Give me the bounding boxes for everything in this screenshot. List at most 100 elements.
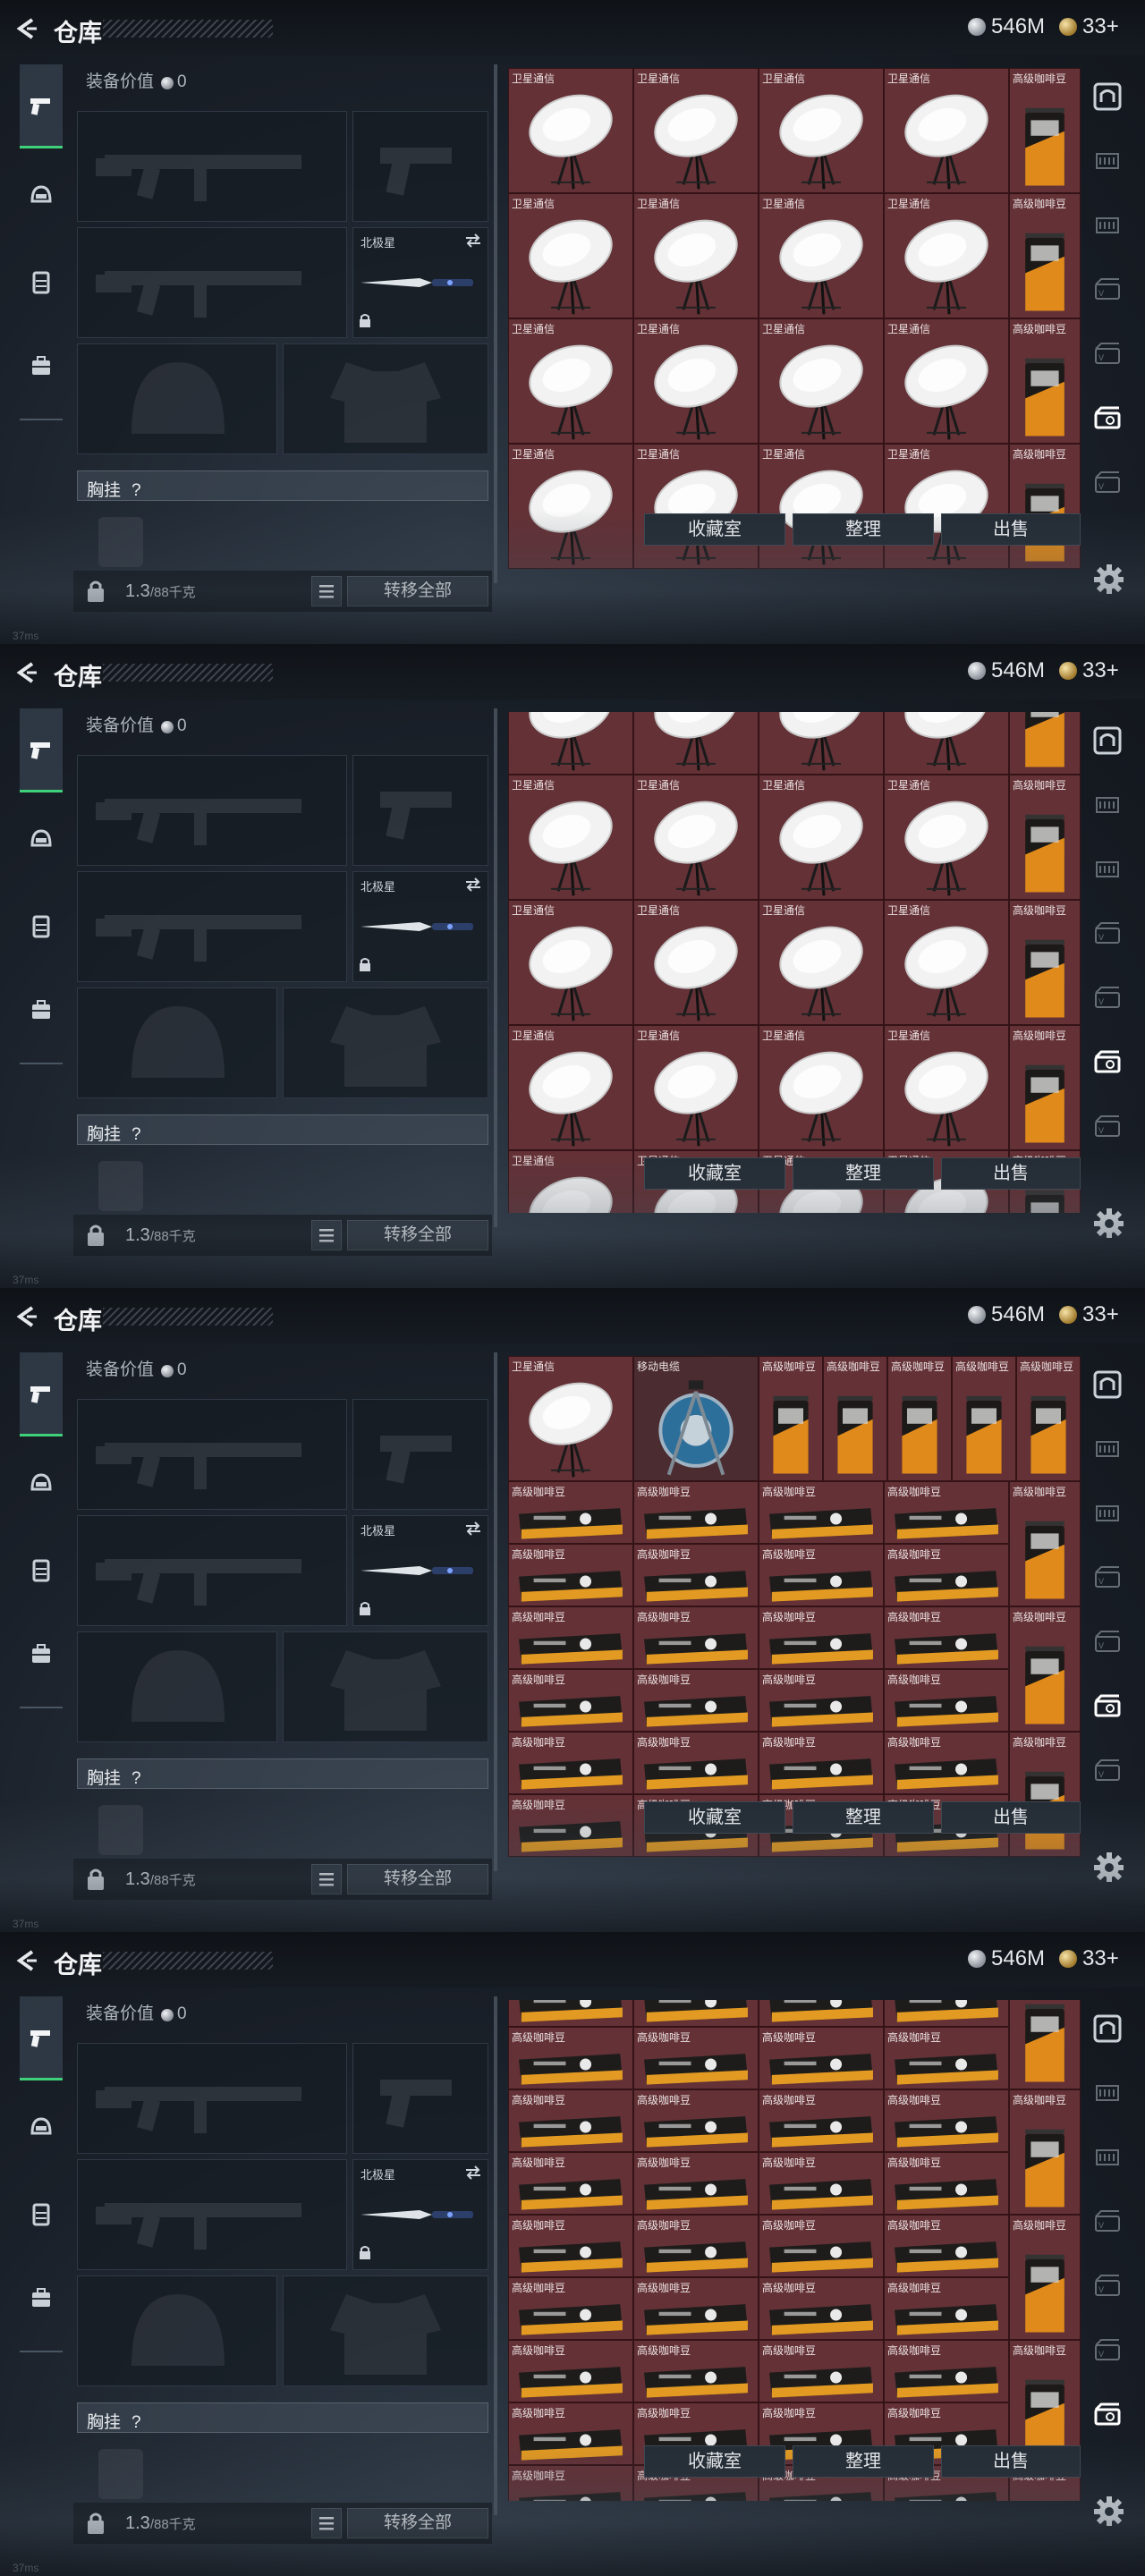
item-premium-coffee[interactable]: 高级咖啡豆 <box>759 1669 884 1732</box>
item-premium-coffee[interactable]: 高级咖啡豆 <box>1009 775 1081 900</box>
item-premium-coffee[interactable]: 高级咖啡豆 <box>508 1606 633 1669</box>
item-premium-coffee[interactable]: 高级咖啡豆 <box>633 2215 759 2277</box>
rail-tab-vest[interactable] <box>20 884 63 968</box>
chest-rig-help[interactable]: ? <box>131 1769 141 1788</box>
rail-tab-pistol[interactable] <box>20 64 63 148</box>
settings-button[interactable] <box>1093 1208 1124 1239</box>
rail-tab-helmet[interactable] <box>20 154 63 238</box>
item-premium-coffee[interactable]: 高级咖啡豆 <box>508 2340 633 2402</box>
storage-tab[interactable] <box>1091 724 1124 757</box>
item-premium-coffee[interactable]: 高级咖啡豆 <box>759 1606 884 1669</box>
rail-tab-backpack[interactable] <box>20 968 63 1052</box>
chest-rig-help[interactable]: ? <box>131 481 141 500</box>
item-premium-coffee[interactable]: 高级咖啡豆 <box>759 2089 884 2152</box>
item-premium-coffee[interactable] <box>1009 2000 1081 2089</box>
item-premium-coffee[interactable]: 高级咖啡豆 <box>884 2215 1009 2277</box>
item-premium-coffee[interactable] <box>1009 712 1081 775</box>
collection-room-button[interactable]: 收藏室 <box>644 1157 785 1190</box>
item-premium-coffee[interactable]: 高级咖啡豆 <box>884 2277 1009 2340</box>
storage-tab[interactable]: V <box>1091 1111 1124 1143</box>
storage-tab[interactable] <box>1091 2141 1124 2174</box>
item-premium-coffee[interactable]: 高级咖啡豆 <box>759 2152 884 2215</box>
item-premium-coffee[interactable]: 高级咖啡豆 <box>633 2277 759 2340</box>
item-premium-coffee[interactable]: 高级咖啡豆 <box>1009 193 1081 318</box>
item-premium-coffee[interactable]: 高级咖啡豆 <box>633 1732 759 1794</box>
list-view-button[interactable] <box>311 1220 342 1250</box>
item-premium-coffee[interactable]: 高级咖啡豆 <box>884 1669 1009 1732</box>
item-satellite-comm[interactable]: 卫星通信 <box>884 444 1009 569</box>
item-premium-coffee[interactable]: 高级咖啡豆 <box>884 2152 1009 2215</box>
item-satellite-comm[interactable]: 卫星通信 <box>633 318 759 444</box>
item-premium-coffee[interactable]: 高级咖啡豆 <box>633 2027 759 2089</box>
item-premium-coffee[interactable]: 高级咖啡豆 <box>508 2277 633 2340</box>
gold-currency[interactable]: 33+ <box>1059 658 1119 683</box>
secondary-weapon-slot[interactable] <box>77 1515 347 1626</box>
item-premium-coffee[interactable]: 高级咖啡豆 <box>884 1606 1009 1669</box>
storage-tab[interactable]: V <box>1091 982 1124 1014</box>
item-satellite-comm[interactable]: 卫星通信 <box>759 1025 884 1150</box>
item-premium-coffee[interactable]: 高级咖啡豆 <box>508 2089 633 2152</box>
item-satellite-comm[interactable] <box>759 712 884 775</box>
item-premium-coffee[interactable]: 高级咖啡豆 <box>884 2089 1009 2152</box>
item-premium-coffee[interactable]: 高级咖啡豆 <box>887 1356 952 1481</box>
organize-button[interactable]: 整理 <box>793 1801 934 1834</box>
item-satellite-comm[interactable]: 卫星通信 <box>508 68 633 193</box>
chest-rig-help[interactable]: ? <box>131 1125 141 1144</box>
gold-currency[interactable]: 33+ <box>1059 1946 1119 1971</box>
silver-currency[interactable]: 546M <box>968 1302 1045 1327</box>
item-satellite-comm[interactable]: 卫星通信 <box>759 444 884 569</box>
collection-room-button[interactable]: 收藏室 <box>644 513 785 546</box>
item-satellite-comm[interactable]: 卫星通信 <box>759 900 884 1025</box>
chest-rig-help[interactable]: ? <box>131 2413 141 2432</box>
primary-weapon-slot[interactable] <box>77 2043 347 2154</box>
back-button[interactable] <box>14 17 38 40</box>
item-mobile-cable[interactable]: 移动电缆 <box>633 1356 759 1481</box>
item-premium-coffee[interactable]: 高级咖啡豆 <box>1009 900 1081 1025</box>
swap-icon-wrap[interactable] <box>464 2165 482 2184</box>
storage-tab[interactable] <box>1091 853 1124 886</box>
melee-slot[interactable]: 北极星 <box>352 871 488 982</box>
rail-tab-helmet[interactable] <box>20 2086 63 2170</box>
item-satellite-comm[interactable]: 卫星通信 <box>884 900 1009 1025</box>
item-premium-coffee[interactable]: 高级咖啡豆 <box>633 2340 759 2402</box>
rail-tab-pistol[interactable] <box>20 1996 63 2080</box>
sell-button[interactable]: 出售 <box>941 1157 1081 1190</box>
item-premium-coffee[interactable]: 高级咖啡豆 <box>1009 1606 1081 1732</box>
item-satellite-comm[interactable]: 卫星通信 <box>633 900 759 1025</box>
item-premium-coffee[interactable]: 高级咖啡豆 <box>759 2027 884 2089</box>
item-satellite-comm[interactable]: 卫星通信 <box>884 775 1009 900</box>
item-premium-coffee[interactable]: 高级咖啡豆 <box>952 1356 1016 1481</box>
swap-icon-wrap[interactable] <box>464 1521 482 1540</box>
item-premium-coffee[interactable]: 高级咖啡豆 <box>1009 1481 1081 1606</box>
storage-tab[interactable] <box>1091 402 1124 435</box>
item-satellite-comm[interactable]: 卫星通信 <box>508 1025 633 1150</box>
body-armor-slot[interactable] <box>283 2275 488 2386</box>
back-button[interactable] <box>14 661 38 684</box>
item-premium-coffee[interactable]: 高级咖啡豆 <box>1009 444 1081 569</box>
item-satellite-comm[interactable]: 卫星通信 <box>759 318 884 444</box>
item-premium-coffee[interactable]: 高级咖啡豆 <box>759 2340 884 2402</box>
rail-tab-pistol[interactable] <box>20 1352 63 1436</box>
item-premium-coffee[interactable]: 高级咖啡豆 <box>1016 1356 1081 1481</box>
settings-button[interactable] <box>1093 2496 1124 2527</box>
item-premium-coffee[interactable]: 高级咖啡豆 <box>633 1481 759 1544</box>
secondary-weapon-slot[interactable] <box>77 871 347 982</box>
item-premium-coffee[interactable]: 高级咖啡豆 <box>633 1606 759 1669</box>
transfer-all-button[interactable]: 转移全部 <box>347 1220 488 1250</box>
panel-scrollbar[interactable] <box>494 1996 497 2515</box>
item-premium-coffee[interactable]: 高级咖啡豆 <box>759 1544 884 1606</box>
item-satellite-comm[interactable]: 卫星通信 <box>884 193 1009 318</box>
item-premium-coffee[interactable]: 高级咖啡豆 <box>508 1794 633 1857</box>
item-premium-coffee[interactable]: 高级咖啡豆 <box>633 1669 759 1732</box>
rail-tab-backpack[interactable] <box>20 1612 63 1696</box>
item-premium-coffee[interactable]: 高级咖啡豆 <box>508 1669 633 1732</box>
storage-tab[interactable] <box>1091 1690 1124 1723</box>
item-premium-coffee[interactable]: 高级咖啡豆 <box>759 1356 823 1481</box>
rail-tab-pistol[interactable] <box>20 708 63 792</box>
storage-tab[interactable]: V <box>1091 338 1124 370</box>
item-premium-coffee[interactable]: 高级咖啡豆 <box>633 1544 759 1606</box>
rail-tab-helmet[interactable] <box>20 1442 63 1526</box>
silver-currency[interactable]: 546M <box>968 658 1045 683</box>
storage-tab[interactable] <box>1091 789 1124 821</box>
item-premium-coffee[interactable] <box>884 2000 1009 2027</box>
